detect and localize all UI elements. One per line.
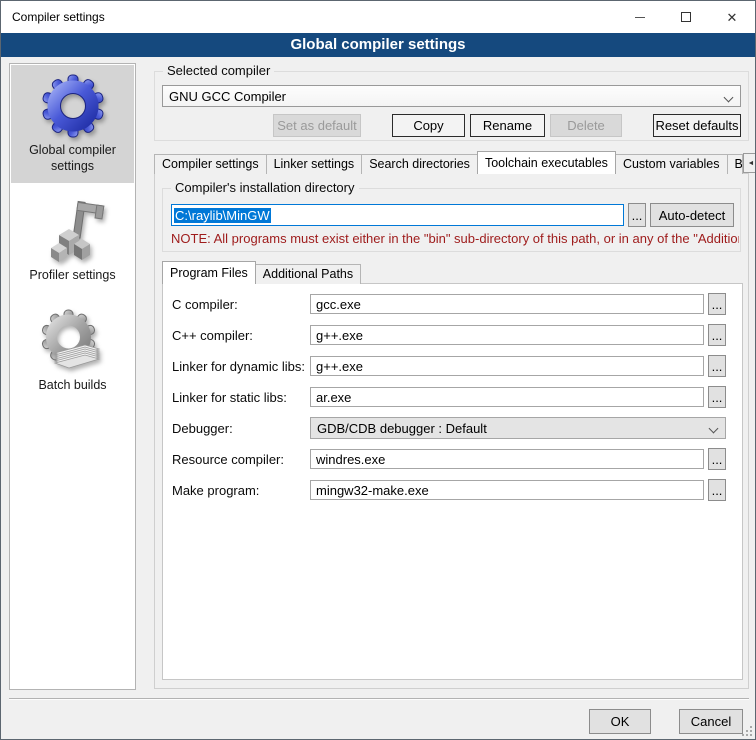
maximize-icon [681,12,691,22]
make-program-input[interactable]: mingw32-make.exe [310,480,704,500]
maximize-button[interactable] [663,1,709,33]
linker-static-value: ar.exe [316,390,351,405]
tab-search-directories[interactable]: Search directories [361,154,478,174]
chevron-down-icon [709,424,719,434]
compiler-select[interactable]: GNU GCC Compiler [162,85,741,107]
sidebar-item-batch-builds[interactable]: Batch builds [11,300,134,403]
linker-static-label: Linker for static libs: [172,390,310,405]
cpp-compiler-input[interactable]: g++.exe [310,325,704,345]
gear-paper-stack-icon [41,309,105,373]
c-compiler-value: gcc.exe [316,297,361,312]
resize-grip[interactable] [742,726,752,736]
debugger-label: Debugger: [172,421,310,436]
make-program-value: mingw32-make.exe [316,483,429,498]
sidebar-item-label: Profiler settings [29,268,115,284]
compiler-buttons-row: Set as default Copy Rename Delete Reset … [162,114,741,137]
resource-compiler-input[interactable]: windres.exe [310,449,704,469]
tab-scroll-left-button[interactable]: ◄ [743,153,756,173]
bin-subdirectory-note: NOTE: All programs must exist either in … [171,231,739,246]
resource-compiler-browse-button[interactable]: ... [708,448,726,470]
arrow-left-icon: ◄ [748,160,755,167]
delete-button[interactable]: Delete [550,114,622,137]
set-as-default-button[interactable]: Set as default [273,114,361,137]
cancel-button[interactable]: Cancel [679,709,743,734]
compiler-settings-dialog: Compiler settings ✕ Global compiler sett… [0,0,756,740]
program-files-tab-strip: Program Files Additional Paths [162,261,360,284]
blue-gear-icon [41,74,105,138]
sidebar-item-label: Batch builds [38,378,106,394]
tab-scroll-buttons: ◄ ► [742,153,756,173]
linker-dynamic-browse-button[interactable]: ... [708,355,726,377]
tab-custom-variables[interactable]: Custom variables [615,154,728,174]
close-icon: ✕ [727,11,738,24]
tab-build-options-clipped[interactable]: Build [727,154,743,174]
minimize-icon [635,17,645,18]
compiler-select-value: GNU GCC Compiler [169,89,286,104]
ok-button[interactable]: OK [589,709,651,734]
minimize-button[interactable] [617,1,663,33]
window-title: Compiler settings [12,10,105,24]
make-program-label: Make program: [172,483,310,498]
linker-dynamic-input[interactable]: g++.exe [310,356,704,376]
cpp-compiler-row: C++ compiler: g++.exe ... [172,323,726,347]
selected-compiler-group: Selected compiler GNU GCC Compiler Set a… [154,71,749,141]
cpp-compiler-value: g++.exe [316,328,363,343]
debugger-value: GDB/CDB debugger : Default [317,421,487,436]
installation-directory-selected-text: C:\raylib\MinGW [174,208,271,223]
footer-divider [9,698,749,700]
debugger-row: Debugger: GDB/CDB debugger : Default [172,416,726,440]
linker-dynamic-row: Linker for dynamic libs: g++.exe ... [172,354,726,378]
settings-tab-strip: Compiler settings Linker settings Search… [154,151,749,174]
copy-button[interactable]: Copy [392,114,465,137]
linker-dynamic-value: g++.exe [316,359,363,374]
reset-defaults-button[interactable]: Reset defaults [653,114,741,137]
sidebar-item-profiler-settings[interactable]: Profiler settings [11,190,134,293]
linker-static-row: Linker for static libs: ar.exe ... [172,385,726,409]
cpp-compiler-browse-button[interactable]: ... [708,324,726,346]
tab-compiler-settings[interactable]: Compiler settings [154,154,267,174]
rename-button[interactable]: Rename [470,114,545,137]
program-files-page: C compiler: gcc.exe ... C++ compiler: g+… [162,283,743,680]
installation-directory-legend: Compiler's installation directory [171,180,359,195]
selected-compiler-legend: Selected compiler [163,63,274,78]
resource-compiler-row: Resource compiler: windres.exe ... [172,447,726,471]
c-compiler-input[interactable]: gcc.exe [310,294,704,314]
tab-linker-settings[interactable]: Linker settings [266,154,363,174]
resource-compiler-value: windres.exe [316,452,385,467]
window-controls: ✕ [617,1,755,33]
linker-static-input[interactable]: ar.exe [310,387,704,407]
debugger-select[interactable]: GDB/CDB debugger : Default [310,417,726,439]
chevron-down-icon [724,93,734,103]
sidebar-item-global-compiler-settings[interactable]: Global compiler settings [11,65,134,183]
browse-directory-button[interactable]: ... [628,203,646,227]
close-button[interactable]: ✕ [709,1,755,33]
c-compiler-label: C compiler: [172,297,310,312]
toolchain-executables-page: Compiler's installation directory C:\ray… [154,173,749,689]
title-bar[interactable]: Compiler settings ✕ [1,1,755,33]
settings-category-sidebar: Global compiler settings [9,63,136,690]
caliper-tool-icon [41,199,105,263]
make-program-browse-button[interactable]: ... [708,479,726,501]
linker-static-browse-button[interactable]: ... [708,386,726,408]
c-compiler-row: C compiler: gcc.exe ... [172,292,726,316]
installation-directory-input[interactable]: C:\raylib\MinGW [171,204,624,226]
linker-dynamic-label: Linker for dynamic libs: [172,359,310,374]
sidebar-item-label: Global compiler settings [13,143,132,174]
installation-directory-group: Compiler's installation directory C:\ray… [162,188,741,252]
dialog-banner: Global compiler settings [1,33,755,57]
tab-toolchain-executables[interactable]: Toolchain executables [477,151,616,174]
installation-directory-row: C:\raylib\MinGW ... Auto-detect [171,203,734,227]
resource-compiler-label: Resource compiler: [172,452,310,467]
c-compiler-browse-button[interactable]: ... [708,293,726,315]
tab-additional-paths[interactable]: Additional Paths [255,264,361,284]
make-program-row: Make program: mingw32-make.exe ... [172,478,726,502]
auto-detect-button[interactable]: Auto-detect [650,203,734,227]
cpp-compiler-label: C++ compiler: [172,328,310,343]
tab-program-files[interactable]: Program Files [162,261,256,284]
